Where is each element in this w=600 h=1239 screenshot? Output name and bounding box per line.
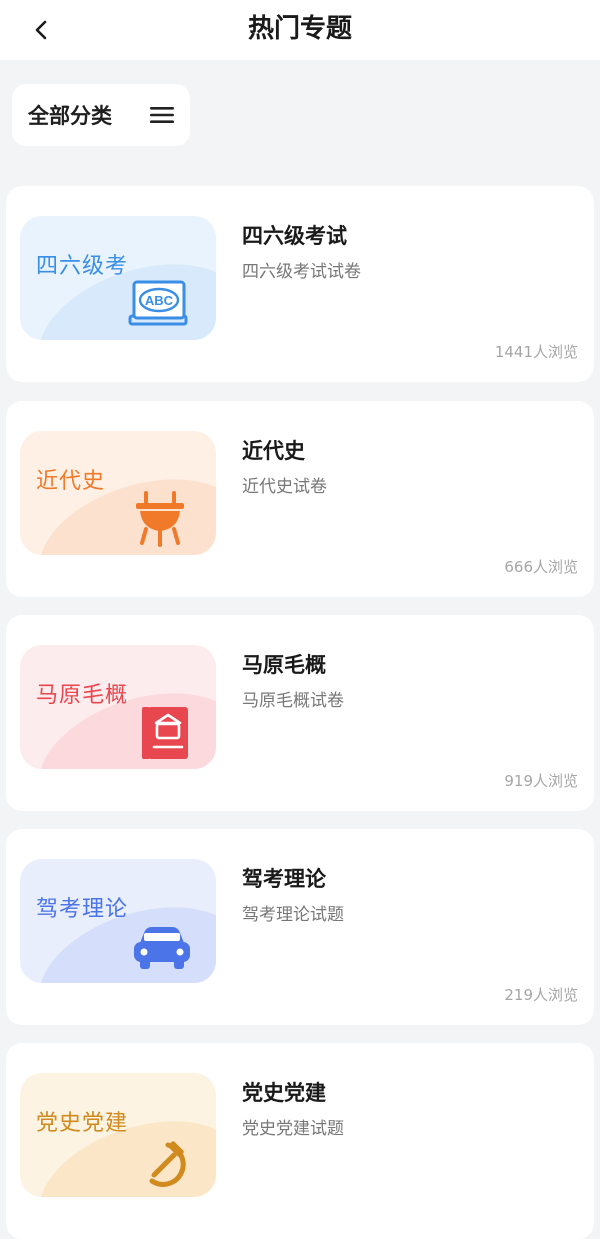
topic-title: 驾考理论 [242,867,326,891]
thumbnail-label: 驾考理论 [36,897,129,922]
topic-thumbnail: 党史党建 [20,1073,216,1197]
chevron-left-icon [35,20,47,40]
car-icon [134,927,190,969]
topic-thumbnail: 四六级考 ABC [20,216,216,340]
topic-subtitle: 驾考理论试题 [242,905,344,925]
hammer-sickle-icon [149,1141,186,1187]
back-button[interactable] [24,12,60,48]
topic-title: 近代史 [242,439,305,463]
topic-thumbnail: 近代史 [20,431,216,555]
topic-subtitle: 四六级考试试卷 [242,262,361,282]
menu-icon [150,105,174,125]
thumbnail-label: 党史党建 [36,1111,129,1136]
abc-book-icon: ABC [128,280,188,326]
page-title: 热门专题 [247,14,352,44]
view-count: 1441人浏览 [494,343,578,361]
topic-card-marxism[interactable]: 马原毛概 马原毛概 马原毛概试卷 919人浏览 [6,615,594,811]
view-count: 219人浏览 [504,986,578,1004]
topic-card-driving-theory[interactable]: 驾考理论 驾考理论 驾考理论试题 219人浏览 [6,829,594,1025]
filter-label: 全部分类 [28,104,112,128]
bronze-cauldron-icon [136,491,184,547]
topic-card-cet[interactable]: 四六级考 ABC 四六级考试 四六级考试试卷 1441人浏览 [6,186,594,382]
svg-text:ABC: ABC [145,293,174,308]
app-header: 热门专题 [0,0,600,60]
category-filter-button[interactable]: 全部分类 [12,84,190,146]
topic-subtitle: 马原毛概试卷 [242,691,344,711]
topic-subtitle: 近代史试卷 [242,477,327,497]
topic-title: 马原毛概 [242,653,326,677]
thumbnail-label: 近代史 [36,469,106,494]
topic-subtitle: 党史党建试题 [242,1119,344,1139]
topic-card-party-history[interactable]: 党史党建 党史党建 党史党建试题 [6,1043,594,1239]
topic-title: 党史党建 [242,1081,326,1105]
thumbnail-label: 马原毛概 [36,683,129,708]
topic-thumbnail: 马原毛概 [20,645,216,769]
topic-title: 四六级考试 [242,224,347,248]
topic-thumbnail: 驾考理论 [20,859,216,983]
topic-card-modern-history[interactable]: 近代史 近代史 近代史试卷 666人浏览 [6,401,594,597]
view-count: 919人浏览 [504,772,578,790]
red-book-icon [142,707,188,759]
thumbnail-label: 四六级考 [36,254,129,279]
view-count: 666人浏览 [504,558,578,576]
